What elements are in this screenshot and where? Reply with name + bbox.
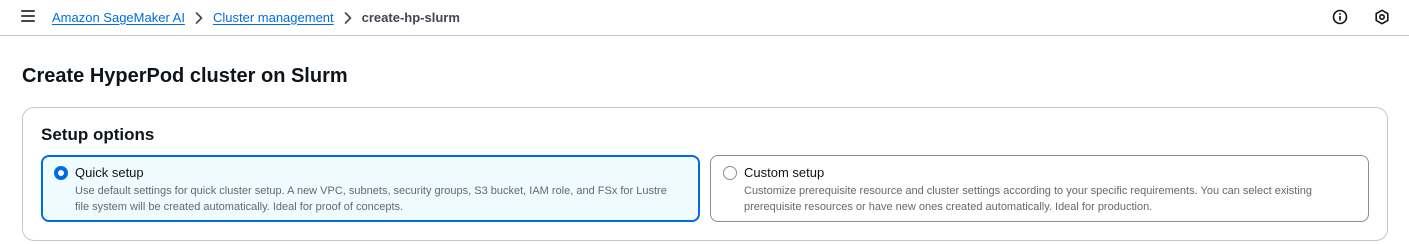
quick-setup-label: Quick setup [75, 165, 144, 180]
breadcrumb: Amazon SageMaker AI Cluster management c… [52, 8, 460, 26]
breadcrumb-sagemaker-link[interactable]: Amazon SageMaker AI [52, 10, 185, 25]
custom-setup-description: Customize prerequisite resource and clus… [744, 185, 1313, 213]
quick-setup-description: Use default settings for quick cluster s… [75, 185, 667, 213]
custom-setup-label: Custom setup [744, 165, 825, 180]
setup-options-heading: Setup options [41, 125, 155, 144]
top-navigation-bar: Amazon SageMaker AI Cluster management c… [0, 0, 1409, 36]
chevron-right-icon [334, 10, 362, 25]
setup-options-container: Setup options Quick setup Use default se… [22, 107, 1388, 241]
breadcrumb-cluster-management-link[interactable]: Cluster management [213, 10, 334, 25]
menu-icon[interactable] [21, 10, 35, 22]
chevron-right-icon [185, 10, 213, 25]
quick-setup-radio[interactable] [54, 166, 68, 180]
info-icon[interactable] [1332, 9, 1348, 25]
page-title: Create HyperPod cluster on Slurm [22, 65, 348, 87]
breadcrumb-current-page: create-hp-slurm [361, 9, 460, 25]
quick-setup-option[interactable]: Quick setup Use default settings for qui… [41, 155, 700, 222]
custom-setup-option[interactable]: Custom setup Customize prerequisite reso… [710, 155, 1369, 222]
settings-icon[interactable] [1374, 9, 1390, 25]
custom-setup-radio[interactable] [723, 166, 737, 180]
